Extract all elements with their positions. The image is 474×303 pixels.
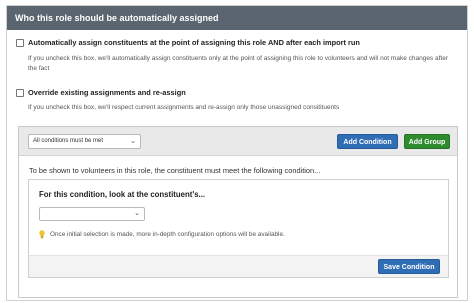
condition-builder: All conditions must be met ⌄ Add Conditi… — [18, 126, 458, 298]
match-mode-value: All conditions must be met — [33, 138, 104, 144]
field-select[interactable]: ⌄ — [39, 207, 145, 221]
selection-hint: Once initial selection is made, more in-… — [39, 230, 285, 239]
option-auto-assign: Automatically assign constituents at the… — [16, 38, 456, 73]
chevron-down-icon: ⌄ — [130, 138, 136, 145]
auto-assign-label[interactable]: Automatically assign constituents at the… — [28, 38, 360, 48]
selection-hint-text: Once initial selection is made, more in-… — [50, 231, 285, 238]
override-help: If you uncheck this box, we'll respect c… — [28, 104, 340, 111]
panel-title: Who this role should be automatically as… — [7, 6, 467, 30]
option-override: Override existing assignments and re-ass… — [16, 88, 456, 113]
condition-toolbar: All conditions must be met ⌄ Add Conditi… — [19, 127, 457, 156]
auto-assign-checkbox[interactable] — [16, 39, 24, 47]
override-label[interactable]: Override existing assignments and re-ass… — [28, 88, 186, 98]
override-checkbox[interactable] — [16, 89, 24, 97]
add-condition-button[interactable]: Add Condition — [337, 134, 398, 149]
condition-footer: Save Condition — [29, 255, 448, 277]
condition-card: For this condition, look at the constitu… — [28, 179, 449, 278]
save-condition-button[interactable]: Save Condition — [378, 259, 440, 274]
auto-assign-help: If you uncheck this box, we'll automatic… — [28, 55, 448, 72]
add-group-button[interactable]: Add Group — [404, 134, 450, 149]
match-mode-select[interactable]: All conditions must be met ⌄ — [28, 134, 141, 149]
lightbulb-icon — [39, 230, 45, 239]
condition-intro: To be shown to volunteers in this role, … — [29, 166, 321, 175]
chevron-down-icon: ⌄ — [134, 210, 140, 217]
condition-title: For this condition, look at the constitu… — [39, 190, 206, 199]
